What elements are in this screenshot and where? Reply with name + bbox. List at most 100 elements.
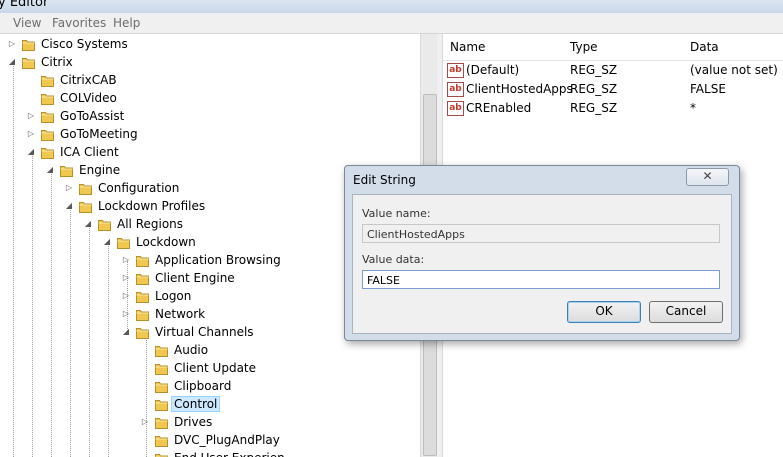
column-header-data-label: Data [690,40,719,54]
tree-item[interactable]: COLVideo [0,90,420,108]
close-icon[interactable]: ✕ [686,168,729,186]
dialog-title: Edit String [353,173,416,187]
folder-icon [155,416,168,429]
tree-item[interactable]: ▷ GoToAssist [0,108,420,126]
value-name-label: Value name: [362,207,431,220]
expand-icon[interactable]: ▷ [122,274,130,282]
folder-icon [155,398,168,411]
tree-item-label: GoToMeeting [60,127,138,141]
tree-item[interactable]: Audio [0,342,420,360]
ok-button[interactable]: OK [567,301,641,323]
tree-item-label: Control [170,396,221,412]
column-header-name[interactable]: Name [443,34,564,61]
folder-icon [41,110,54,123]
value-data-field[interactable]: FALSE [362,270,720,289]
folder-icon [22,56,35,69]
value-data: (value not set) [690,63,778,77]
expand-icon[interactable]: ▷ [27,130,35,138]
folder-icon [155,362,168,375]
value-row[interactable]: ab CREnabled REG_SZ * [443,99,783,118]
tree-item-label: Logon [155,289,192,303]
tree-item-label: Configuration [98,181,180,195]
tree-item[interactable]: ◢ Citrix [0,54,420,72]
collapse-icon[interactable]: ◢ [65,202,73,210]
tree-item-label: Audio [174,343,209,357]
folder-icon [41,146,54,159]
column-header-type-label: Type [570,40,598,54]
window-titlebar: y Editor [0,0,783,13]
folder-icon [117,236,130,249]
folder-icon [155,344,168,357]
tree-item-label: End User Experien [172,451,287,457]
folder-icon [79,200,92,213]
value-name: (Default) [466,63,520,77]
value-name-field: ClientHostedApps [362,224,720,243]
menu-favorites[interactable]: Favorites [52,16,106,30]
expand-icon[interactable]: ▷ [8,40,16,48]
string-value-icon: ab [447,101,464,116]
collapse-icon[interactable]: ◢ [122,328,130,336]
tree-item[interactable]: Clipboard [0,378,420,396]
tree-item-label: Engine [79,163,121,177]
collapse-icon[interactable]: ◢ [27,148,35,156]
expand-icon[interactable]: ▷ [122,256,130,264]
value-data-label: Value data: [362,253,425,266]
collapse-icon[interactable]: ◢ [103,238,111,246]
edit-string-dialog: Edit String ✕ Value name: ClientHostedAp… [344,165,740,341]
folder-icon [136,308,149,321]
folder-icon [98,218,111,231]
collapse-icon[interactable]: ◢ [84,220,92,228]
tree-item[interactable]: ▷ GoToMeeting [0,126,420,144]
value-name: CREnabled [466,101,532,115]
menu-view[interactable]: View [13,16,41,30]
expand-icon[interactable]: ▷ [122,310,130,318]
value-row[interactable]: ab (Default) REG_SZ (value not set) [443,61,783,80]
value-type: REG_SZ [570,63,618,77]
value-data: * [690,101,696,115]
expand-icon[interactable]: ▷ [141,418,149,426]
tree-item[interactable]: ◢ ICA Client [0,144,420,162]
tree-item[interactable]: CitrixCAB [0,72,420,90]
tree-item-label: DVC_PlugAndPlay [174,433,280,447]
cancel-button[interactable]: Cancel [649,301,723,323]
tree-item-label: Virtual Channels [155,325,254,339]
tree-item[interactable]: DVC_PlugAndPlay [0,432,420,450]
tree-item-label: Network [155,307,206,321]
tree-item[interactable]: Control [0,396,420,414]
value-type: REG_SZ [570,101,618,115]
column-header-data[interactable]: Data [683,34,783,61]
folder-icon [155,434,168,447]
tree-item-label: COLVideo [60,91,117,105]
value-name: ClientHostedApps [466,82,573,96]
folder-icon [41,74,54,87]
expand-icon[interactable]: ▷ [65,184,73,192]
tree-item-label: Citrix [41,55,73,69]
tree-item[interactable]: End User Experien [0,450,420,457]
tree-item-label: Client Engine [155,271,235,285]
tree-item-label: All Regions [117,217,184,231]
expand-icon[interactable]: ▷ [27,112,35,120]
tree-item-label: CitrixCAB [60,73,117,87]
value-data: FALSE [690,82,726,96]
tree-item[interactable]: ▷ Cisco Systems [0,36,420,54]
tree-item-label: Lockdown [136,235,196,249]
column-header-name-label: Name [450,40,486,54]
collapse-icon[interactable]: ◢ [8,58,16,66]
tree-item[interactable]: ▷ Drives [0,414,420,432]
tree-item-label: Clipboard [174,379,232,393]
menu-help[interactable]: Help [113,16,140,30]
menu-bar: View Favorites Help [0,13,783,34]
tree-item-label: Cisco Systems [41,37,128,51]
tree-item-label: Lockdown Profiles [98,199,206,213]
string-value-icon: ab [447,82,464,97]
folder-icon [155,452,168,457]
folder-icon [79,182,92,195]
collapse-icon[interactable]: ◢ [46,166,54,174]
value-row[interactable]: ab ClientHostedApps REG_SZ FALSE [443,80,783,99]
dialog-body: Value name: ClientHostedApps Value data:… [352,194,732,334]
folder-icon [155,380,168,393]
tree-item[interactable]: Client Update [0,360,420,378]
column-header-type[interactable]: Type [563,34,684,61]
expand-icon[interactable]: ▷ [122,292,130,300]
folder-icon [22,38,35,51]
